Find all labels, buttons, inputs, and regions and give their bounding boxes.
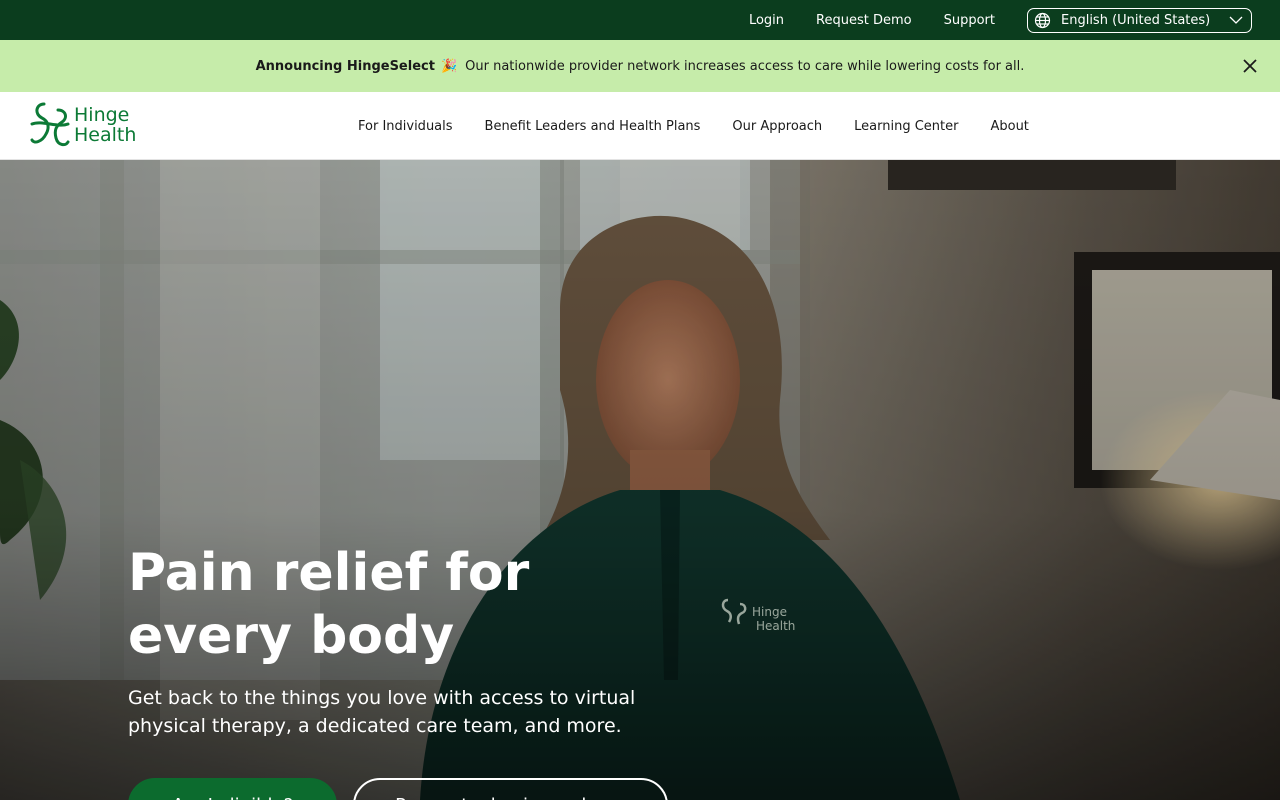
party-emoji: 🎉 (440, 58, 458, 74)
globe-icon (1034, 12, 1051, 29)
hero-content: Pain relief for every body Get back to t… (128, 542, 688, 800)
nav-about[interactable]: About (990, 119, 1028, 134)
svg-text:Hinge: Hinge (752, 605, 787, 619)
request-demo-link[interactable]: Request Demo (816, 13, 912, 28)
login-link[interactable]: Login (749, 13, 784, 28)
nav-our-approach[interactable]: Our Approach (732, 119, 822, 134)
main-nav: Hinge Health For Individuals Benefit Lea… (0, 92, 1280, 160)
hinge-health-logo[interactable]: Hinge Health (28, 100, 136, 150)
utility-bar: Login Request Demo Support English (Unit… (0, 0, 1280, 40)
logo-line-2: Health (74, 124, 137, 146)
hero-subtitle: Get back to the things you love with acc… (128, 684, 648, 740)
announcement-message[interactable]: Our nationwide provider network increase… (465, 59, 1024, 74)
hinge-logo-icon (30, 102, 70, 147)
language-selector[interactable]: English (United States) (1027, 7, 1252, 33)
utility-links: Login Request Demo Support English (Unit… (717, 7, 1252, 33)
request-business-demo-button[interactable]: Request a business demo (353, 778, 668, 800)
hero-cta-group: Am I eligible? Request a business demo (128, 778, 688, 800)
support-link[interactable]: Support (944, 13, 995, 28)
am-i-eligible-button[interactable]: Am I eligible? (128, 778, 338, 800)
hero-title-line-2: every body (128, 606, 455, 666)
language-label: English (United States) (1061, 12, 1211, 28)
hero-title: Pain relief for every body (128, 542, 688, 668)
announcement-banner: Announcing HingeSelect 🎉 Our nationwide … (0, 40, 1280, 92)
hero-subtitle-line-1: Get back to the things you love with acc… (128, 687, 636, 709)
logo-line-1: Hinge (74, 104, 130, 126)
chevron-down-icon (1229, 15, 1243, 25)
hero-subtitle-line-2: physical therapy, a dedicated care team,… (128, 715, 622, 737)
hero-section: Hinge Health Pain relief for every body … (0, 160, 1280, 800)
nav-benefit-leaders[interactable]: Benefit Leaders and Health Plans (485, 119, 701, 134)
close-icon[interactable] (1240, 56, 1260, 76)
nav-for-individuals[interactable]: For Individuals (358, 119, 453, 134)
logo-wordmark: Hinge Health (74, 105, 136, 145)
svg-text:Health: Health (756, 619, 795, 633)
hero-title-line-1: Pain relief for (128, 543, 530, 603)
nav-items: For Individuals Benefit Leaders and Heal… (358, 92, 1061, 160)
nav-learning-center[interactable]: Learning Center (854, 119, 958, 134)
announcement-title[interactable]: Announcing HingeSelect (256, 59, 435, 74)
